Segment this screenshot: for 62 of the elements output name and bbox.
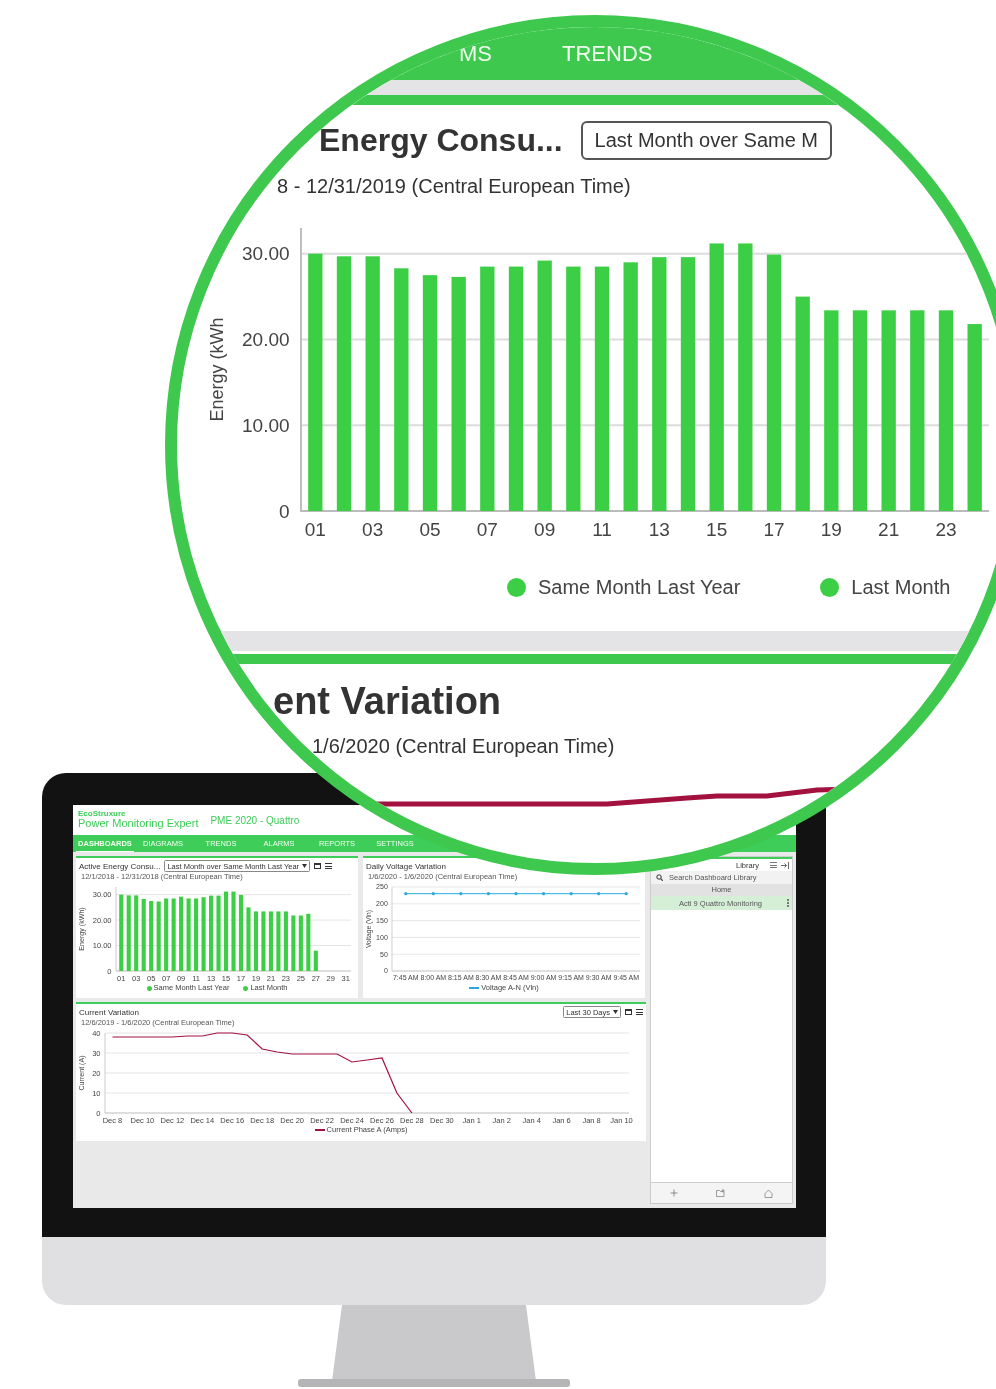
menu-icon[interactable] [636, 1009, 643, 1015]
x-tick-label: 17 [763, 518, 785, 540]
bar [246, 907, 251, 971]
data-point [404, 892, 408, 896]
bar [156, 901, 161, 971]
x-tick-label: 21 [878, 518, 900, 540]
card-title: Daily Voltage Variation [366, 861, 446, 871]
caret-icon [613, 1010, 618, 1014]
y-tick-label: 0 [279, 500, 290, 522]
data-point [624, 892, 628, 896]
folder-icon[interactable] [716, 1189, 726, 1197]
x-tick-label: 19 [820, 518, 842, 540]
bar [268, 911, 273, 971]
data-point [514, 892, 518, 896]
period-dropdown[interactable]: Last Month over Same M [580, 120, 833, 160]
bar [298, 915, 303, 971]
data-point [597, 892, 601, 896]
y-axis-label: Energy (kWh [207, 317, 227, 422]
legend-label: Same Month Last Year [538, 575, 741, 600]
bar [283, 911, 288, 971]
x-tick-label: 15 [706, 518, 728, 540]
data-point [541, 892, 546, 896]
legend-label: Last Month [851, 575, 951, 600]
y-tick-label: 10.00 [242, 414, 290, 436]
data-point [569, 892, 573, 896]
maximize-icon[interactable] [625, 1009, 632, 1015]
bar [313, 950, 318, 971]
nav-tab[interactable]: MS [459, 40, 492, 67]
x-tick-label: 11 [592, 518, 612, 540]
bar [149, 901, 154, 971]
x-tick-label: 05 [419, 518, 441, 540]
x-tick-label: 07 [476, 518, 498, 540]
x-tick-label: 13 [648, 518, 670, 540]
date-range: 8 - 12/31/2019 (Central European Time) [276, 174, 632, 198]
data-point [486, 892, 491, 896]
bar [306, 913, 311, 971]
caret-icon [302, 864, 308, 868]
menu-icon[interactable] [325, 863, 333, 869]
bar [261, 911, 266, 971]
x-tick-label: 03 [362, 518, 384, 540]
maximize-icon[interactable] [314, 863, 322, 869]
data-point [431, 892, 435, 896]
x-tick-label: 01 [304, 518, 326, 540]
card-title: ent Variation [272, 679, 503, 724]
system-name: PME 2020 - Quattro [210, 814, 300, 826]
nav-tab[interactable]: TRENDS [562, 40, 653, 67]
card-title: Energy Consu... [319, 121, 563, 159]
data-point [459, 892, 463, 896]
y-tick-label: 30.00 [242, 243, 290, 265]
product-name: Power Monitoring Expert [78, 818, 199, 830]
date-range: 1/6/2020 (Central European Time) [311, 734, 616, 758]
bar [253, 911, 258, 971]
bar [291, 915, 296, 971]
x-tick-label: 09 [534, 518, 556, 540]
brand-logo: EcoStruxure [78, 810, 127, 819]
card-title: Current Variation [79, 1007, 139, 1017]
search-icon [656, 874, 663, 881]
bar [276, 911, 281, 971]
collapse-arrow-icon[interactable] [781, 861, 789, 869]
card-title: Active Energy Consu... [79, 861, 161, 871]
y-tick-label: 20.00 [242, 329, 290, 351]
x-tick-label: 23 [935, 518, 957, 540]
